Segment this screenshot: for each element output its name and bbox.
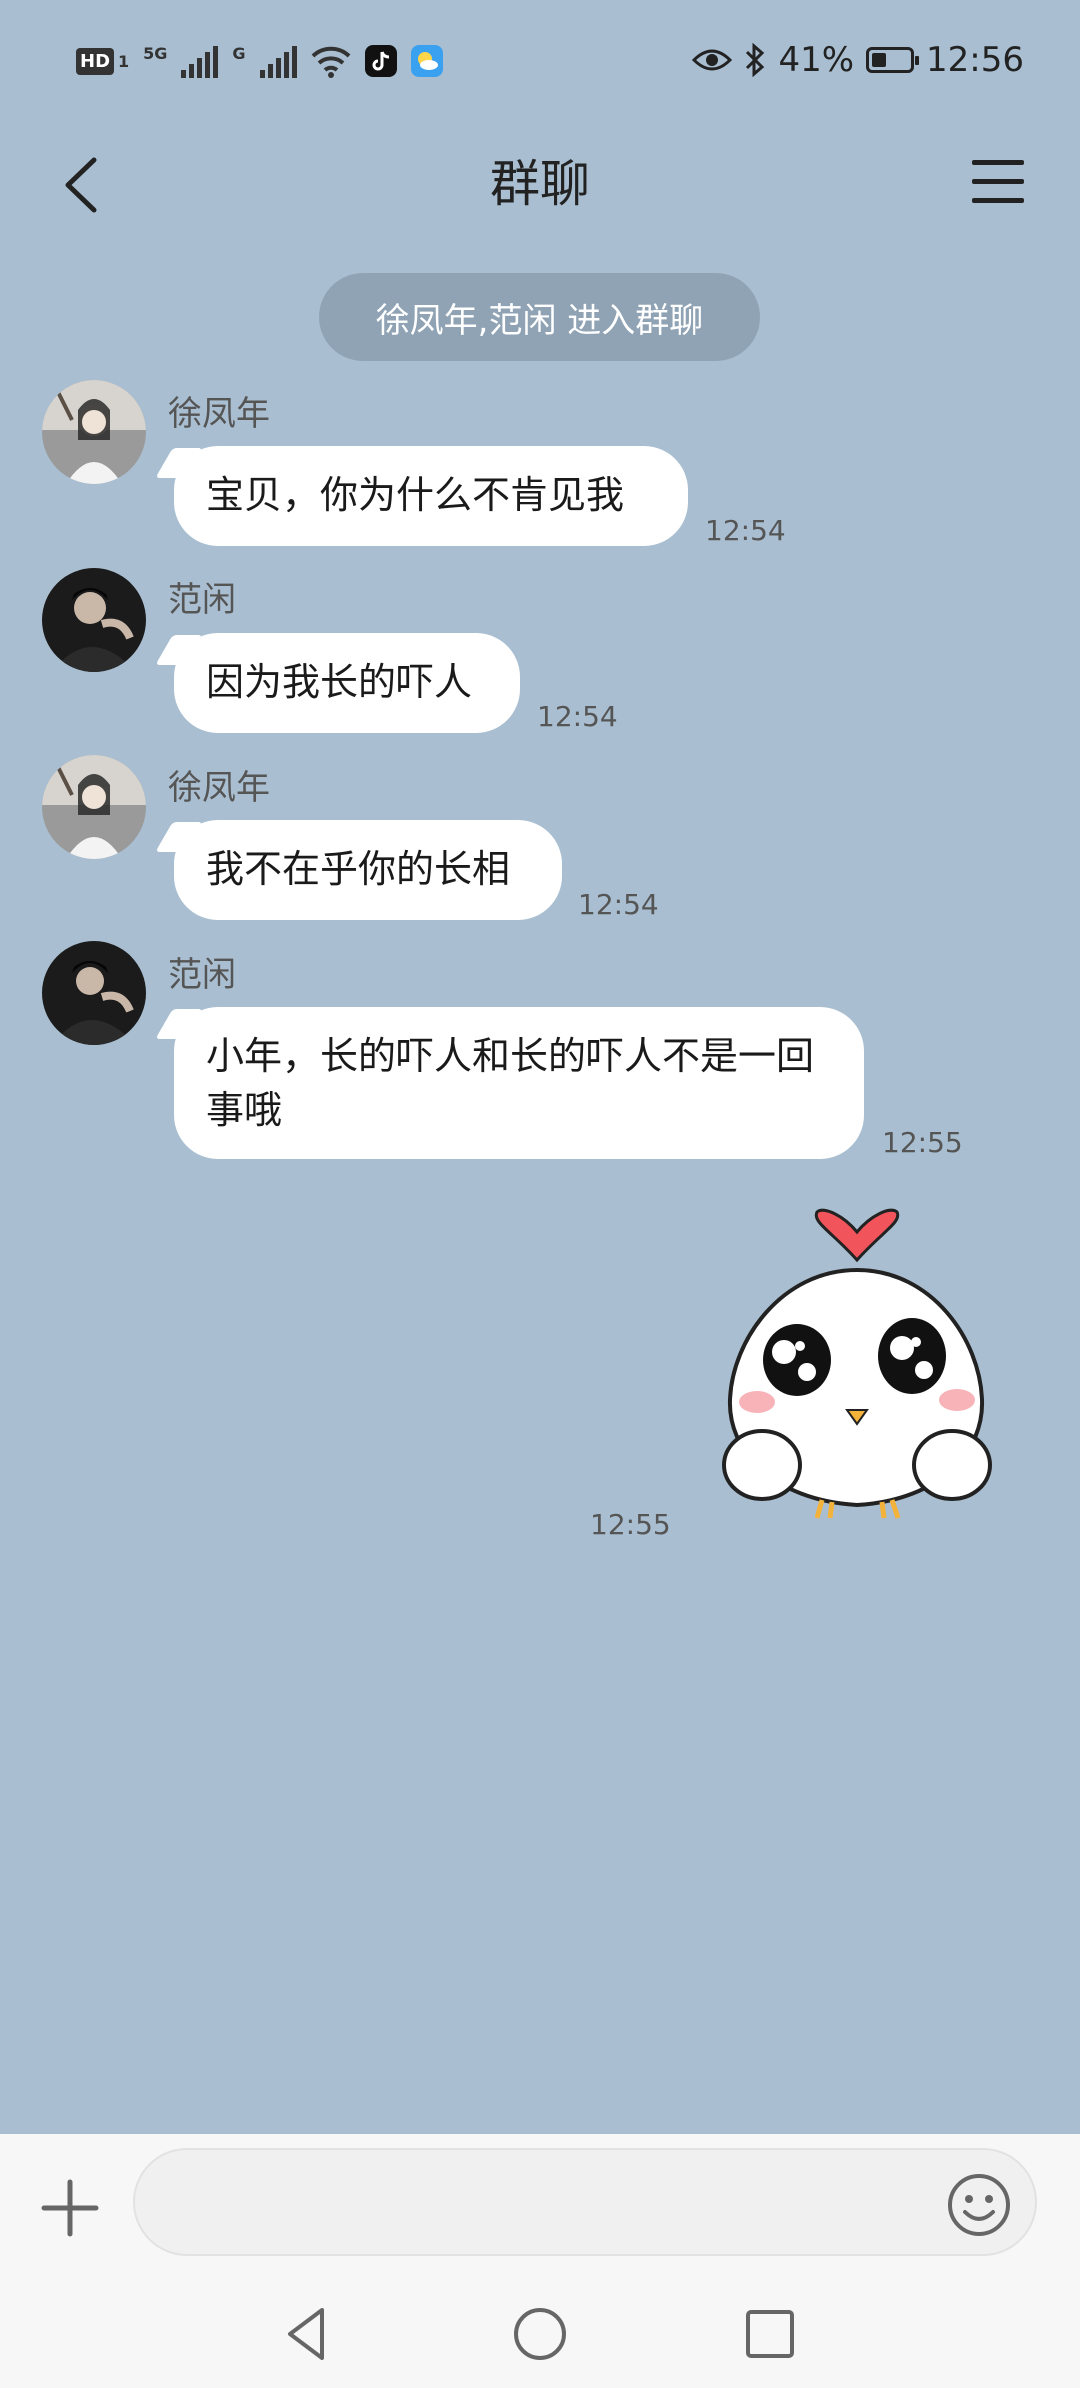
message-bubble[interactable]: 因为我长的吓人	[174, 633, 520, 733]
system-nav-bar	[0, 2284, 1080, 2388]
message-time: 12:54	[537, 700, 618, 733]
input-bar	[0, 2134, 1080, 2388]
avatar-fan-xian[interactable]	[42, 941, 146, 1045]
message-time: 12:54	[705, 514, 786, 547]
message-bubble[interactable]: 我不在乎你的长相	[174, 820, 562, 920]
status-left: HD 1 5G G	[76, 44, 443, 78]
signal-icon-2	[259, 44, 297, 78]
avatar-xu-fengnian[interactable]	[42, 380, 146, 484]
battery-icon	[866, 47, 920, 73]
network-type-5g: 5G	[143, 44, 168, 63]
add-attachment-button[interactable]	[38, 2176, 102, 2240]
message-bubble[interactable]: 小年，长的吓人和长的吓人不是一回事哦	[174, 1007, 864, 1159]
clock: 12:56	[926, 40, 1024, 80]
nav-home-icon[interactable]	[510, 2304, 570, 2364]
message-time: 12:55	[882, 1126, 963, 1159]
status-right: 41% 12:56	[692, 40, 1024, 80]
weather-app-icon	[410, 45, 443, 77]
system-notice: 徐凤年,范闲 进入群聊	[319, 273, 760, 361]
sender-name: 徐凤年	[168, 768, 270, 808]
sender-name: 范闲	[168, 580, 236, 620]
network-type-g: G	[232, 44, 246, 63]
wifi-icon	[311, 46, 350, 78]
sender-name: 范闲	[168, 955, 236, 995]
emoji-button[interactable]	[946, 2172, 1012, 2238]
chick-sticker[interactable]	[712, 1200, 1002, 1530]
title-bar: 群聊	[0, 130, 1080, 240]
eye-comfort-icon	[692, 49, 733, 71]
sender-name: 徐凤年	[168, 394, 270, 434]
menu-button[interactable]	[970, 152, 1026, 212]
message-input[interactable]	[133, 2148, 1037, 2256]
message-bubble[interactable]: 宝贝，你为什么不肯见我	[174, 446, 688, 546]
page-title: 群聊	[490, 155, 590, 213]
avatar-fan-xian[interactable]	[42, 568, 146, 672]
bluetooth-icon	[746, 43, 765, 77]
status-bar: HD 1 5G G 41% 12:56	[0, 0, 1080, 130]
message-time: 12:54	[578, 888, 659, 921]
hd-indicator: HD	[76, 47, 115, 75]
battery-percent: 41%	[778, 40, 855, 80]
nav-recents-icon[interactable]	[740, 2304, 800, 2364]
avatar-xu-fengnian[interactable]	[42, 755, 146, 859]
tiktok-app-icon	[364, 45, 397, 77]
sticker-time: 12:55	[590, 1508, 671, 1541]
nav-back-icon[interactable]	[278, 2304, 338, 2364]
signal-icon	[181, 44, 219, 78]
sim-indicator-icon: 1	[118, 51, 130, 71]
